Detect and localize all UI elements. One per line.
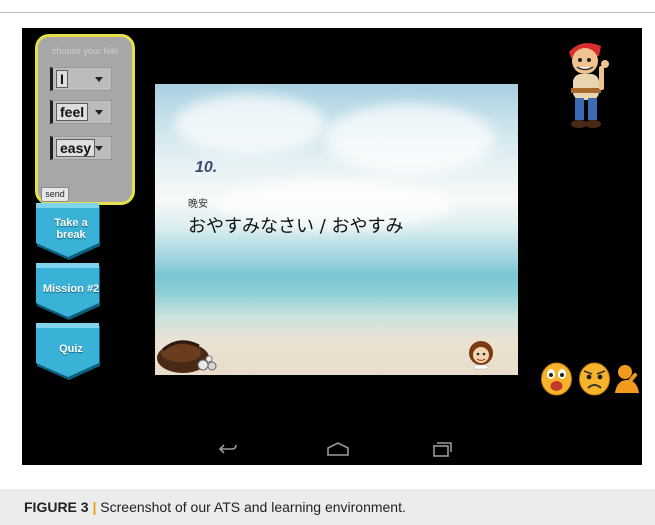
- subject-dropdown-value: I: [56, 70, 68, 88]
- recents-icon[interactable]: [430, 441, 454, 457]
- happy-face-icon[interactable]: [540, 361, 573, 397]
- pirate-character-icon[interactable]: [555, 36, 627, 132]
- bag-icon[interactable]: [155, 332, 225, 374]
- lesson-number: 10.: [195, 159, 218, 176]
- top-rule: [0, 12, 655, 13]
- back-icon[interactable]: [217, 441, 239, 457]
- mini-avatar-icon[interactable]: [465, 339, 497, 371]
- subject-dropdown[interactable]: I: [50, 67, 112, 91]
- feeling-dropdown[interactable]: easy: [50, 136, 112, 160]
- chevron-down-icon: [95, 77, 103, 82]
- app-screen: choose your feel I feel easy send Take a…: [22, 28, 642, 465]
- thinking-person-icon[interactable]: [613, 363, 641, 395]
- home-icon[interactable]: [325, 441, 351, 457]
- caption-separator: |: [92, 499, 97, 515]
- lesson-japanese-text: おやすみなさい / おやすみ: [188, 216, 404, 237]
- take-a-break-button[interactable]: Take a break: [36, 202, 108, 263]
- mission-button[interactable]: Mission #2: [36, 262, 108, 323]
- feeling-dropdown-value: easy: [56, 139, 96, 157]
- panel-title: choose your feel: [51, 46, 119, 56]
- caption-bar: FIGURE 3 | Screenshot of our ATS and lea…: [0, 489, 655, 525]
- figure-caption: FIGURE 3 | Screenshot of our ATS and lea…: [24, 499, 406, 515]
- caption-text: Screenshot of our ATS and learning envir…: [100, 499, 406, 515]
- quiz-label: Quiz: [59, 343, 83, 355]
- feeling-chooser-panel: choose your feel I feel easy send: [35, 34, 135, 205]
- take-a-break-label: Take a break: [54, 217, 88, 241]
- send-button[interactable]: send: [41, 187, 69, 202]
- caption-label: FIGURE 3: [24, 499, 89, 515]
- quiz-button[interactable]: Quiz: [36, 322, 108, 383]
- frown-face-icon[interactable]: [578, 361, 611, 397]
- lesson-card: 10. 晚安 おやすみなさい / おやすみ: [155, 84, 518, 375]
- cloud: [175, 94, 325, 154]
- cloud: [325, 104, 495, 174]
- lesson-chinese-text: 晚安: [188, 199, 208, 210]
- chevron-down-icon: [95, 110, 103, 115]
- verb-dropdown-value: feel: [56, 103, 89, 121]
- verb-dropdown[interactable]: feel: [50, 100, 112, 124]
- mission-label: Mission #2: [42, 283, 100, 295]
- chevron-down-icon: [95, 146, 103, 151]
